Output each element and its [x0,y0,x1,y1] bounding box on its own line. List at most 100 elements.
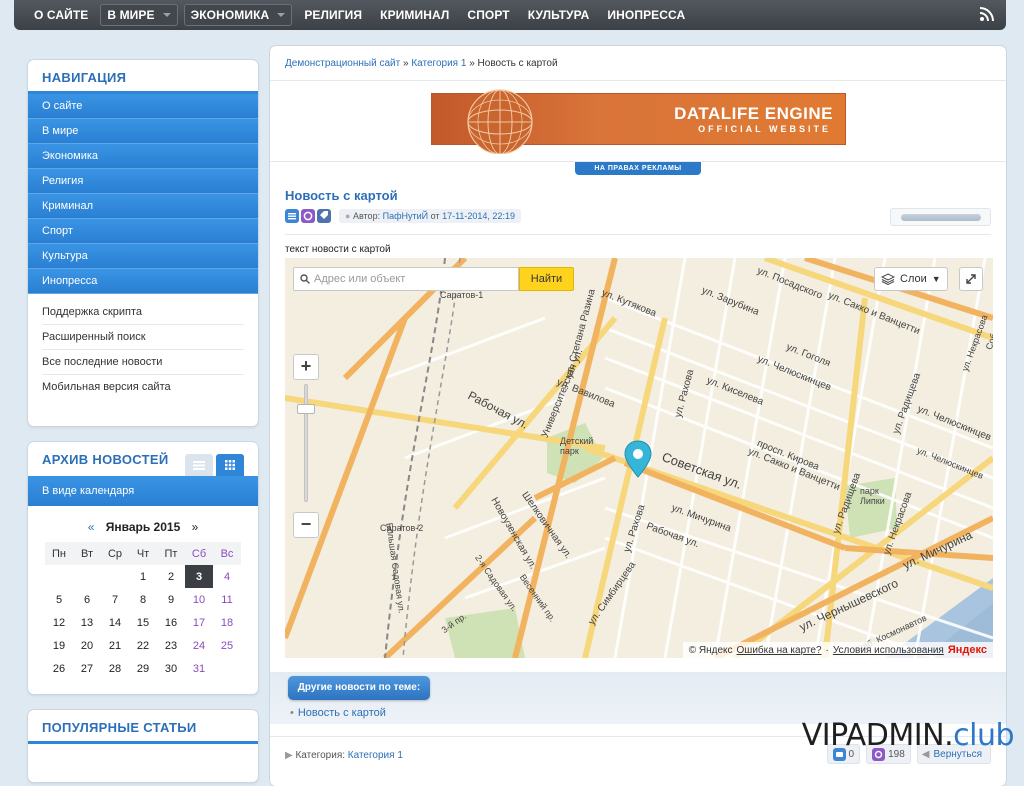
rating-widget[interactable] [890,208,991,226]
calendar-day[interactable]: 26 [45,657,73,680]
calendar-day[interactable]: 22 [129,634,157,657]
calendar-next-month[interactable]: » [192,520,199,534]
category-link[interactable]: Категория 1 [348,750,403,761]
map-zoom-out-button[interactable]: − [293,512,319,538]
calendar-day[interactable]: 11 [213,588,241,611]
info-icon: ● [345,211,351,221]
calendar-day[interactable]: 21 [101,634,129,657]
calendar-day[interactable]: 3 [185,565,213,588]
yandex-map[interactable]: ул. Посадского ул. Кутякова ул. Зарубина… [285,258,993,658]
list-icon [193,460,205,470]
calendar-day[interactable]: 25 [213,634,241,657]
ad-banner[interactable]: DATALIFE ENGINE OFFICIAL WEBSITE [431,89,846,154]
calendar-weekday-row: Пн Вт Ср Чт Пт Сб Вс [45,542,241,565]
calendar-day[interactable]: 27 [73,657,101,680]
calendar-day [101,565,129,588]
map-marker-icon[interactable] [624,440,652,478]
calendar-day[interactable]: 4 [213,565,241,588]
calendar-day[interactable]: 7 [101,588,129,611]
calendar-day[interactable]: 12 [45,611,73,634]
calendar-day[interactable]: 17 [185,611,213,634]
rss-icon[interactable] [978,5,996,23]
calendar-day [45,565,73,588]
calendar-day[interactable]: 30 [157,657,185,680]
calendar-day[interactable]: 5 [45,588,73,611]
map-zoom-slider-handle[interactable] [297,404,315,414]
related-news-item[interactable]: • Новость с картой [290,707,386,719]
calendar-header: « Январь 2015 » [28,520,258,534]
popular-block: ПОПУЛЯРНЫЕ СТАТЬИ [28,710,258,782]
map-terms-link[interactable]: Условия использования [833,645,944,656]
map-zoom-slider-track[interactable] [304,384,308,502]
top-navigation-bar: О САЙТЕ В МИРЕ ЭКОНОМИКА РЕЛИГИЯ КРИМИНА… [14,0,1006,30]
calendar-day[interactable]: 10 [185,588,213,611]
calendar-day[interactable]: 13 [73,611,101,634]
calendar-day[interactable]: 29 [129,657,157,680]
article-date[interactable]: 17-11-2014, 22:19 [442,211,515,221]
tab-calendar-view[interactable] [216,454,244,476]
nav-item-world[interactable]: В мире [28,119,258,144]
calendar-day[interactable]: 19 [45,634,73,657]
topnav-item-crime[interactable]: КРИМИНАЛ [374,5,455,25]
chevron-down-icon [162,13,171,17]
calendar-day[interactable]: 28 [101,657,129,680]
category-label: Категория: [295,750,346,761]
calendar-day[interactable]: 15 [129,611,157,634]
map-search-input[interactable]: Адрес или объект [293,267,519,291]
calendar-day[interactable]: 18 [213,611,241,634]
search-icon [300,274,310,284]
topnav-item-about[interactable]: О САЙТЕ [28,5,94,25]
map-zoom-in-button[interactable]: + [293,354,319,380]
topnav-item-world[interactable]: В МИРЕ [100,4,178,26]
nav-item-inopressa[interactable]: Инопресса [28,269,258,294]
article-title[interactable]: Новость с картой [285,188,398,203]
calendar-day[interactable]: 1 [129,565,157,588]
link-mobile-version[interactable]: Мобильная версия сайта [42,375,244,400]
breadcrumb-category[interactable]: Категория 1 [411,58,466,69]
calendar-month: Январь 2015 [105,520,181,534]
calendar-week: 5 6 7 8 9 10 11 [45,588,241,611]
calendar-day[interactable]: 23 [157,634,185,657]
tab-list-view[interactable] [185,454,213,476]
calendar-day[interactable]: 2 [157,565,185,588]
map-find-button[interactable]: Найти [519,267,574,291]
related-news-button[interactable]: Другие новости по теме: [288,676,430,700]
nav-item-religion[interactable]: Религия [28,169,258,194]
calendar-day[interactable]: 6 [73,588,101,611]
calendar-day[interactable]: 24 [185,634,213,657]
topnav-item-sport[interactable]: СПОРТ [461,5,515,25]
breadcrumb-home[interactable]: Демонстрационный сайт [285,58,400,69]
calendar-prev-month[interactable]: « [88,520,95,534]
calendar-day[interactable]: 9 [157,588,185,611]
calendar-day[interactable]: 8 [129,588,157,611]
calendar-day[interactable]: 31 [185,657,213,680]
print-icon[interactable] [285,209,299,223]
link-advanced-search[interactable]: Расширенный поиск [42,325,244,350]
related-news-link[interactable]: Новость с картой [298,707,386,719]
topnav-item-inopressa[interactable]: ИНОПРЕССА [601,5,691,25]
map-label: парк Липки [860,486,885,506]
nav-item-about[interactable]: О сайте [28,94,258,119]
banner-subtitle: OFFICIAL WEBSITE [698,124,831,134]
map-report-error-link[interactable]: Ошибка на карте? [737,645,822,656]
calendar-day[interactable]: 14 [101,611,129,634]
author-link[interactable]: ПафНутиЙ [383,211,429,221]
yandex-logo[interactable]: Яндекс [948,644,987,656]
link-support[interactable]: Поддержка скрипта [42,300,244,325]
calendar-day[interactable]: 16 [157,611,185,634]
calendar-day[interactable]: 20 [73,634,101,657]
nav-item-crime[interactable]: Криминал [28,194,258,219]
topnav-item-economy[interactable]: ЭКОНОМИКА [183,4,293,26]
complaint-icon[interactable] [301,209,315,223]
topnav-item-religion[interactable]: РЕЛИГИЯ [298,5,368,25]
tags-icon[interactable] [317,209,331,223]
nav-item-economy[interactable]: Экономика [28,144,258,169]
date-prefix: от [430,211,440,221]
archive-view-tabs [185,454,244,476]
link-latest-news[interactable]: Все последние новости [42,350,244,375]
map-fullscreen-button[interactable] [959,267,983,291]
nav-item-sport[interactable]: Спорт [28,219,258,244]
map-layers-button[interactable]: Слои ▼ [874,267,948,291]
topnav-item-culture[interactable]: КУЛЬТУРА [522,5,596,25]
nav-item-culture[interactable]: Культура [28,244,258,269]
